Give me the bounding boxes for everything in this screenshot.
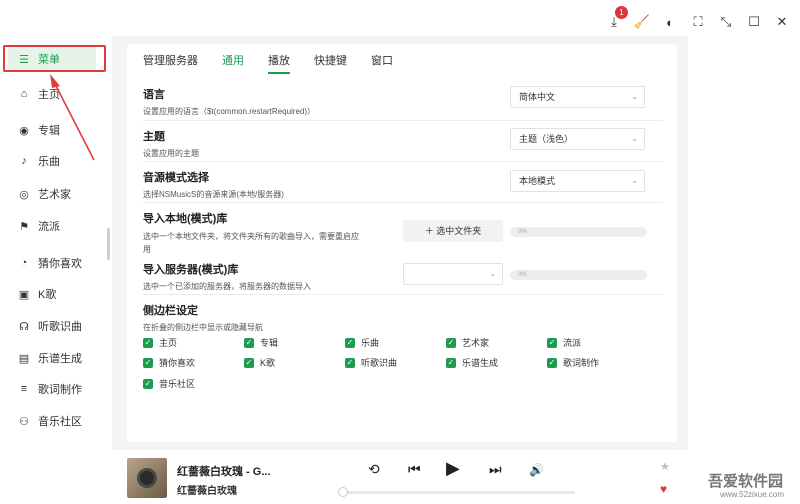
vinyl-disc-icon xyxy=(137,468,157,488)
checkbox-checked-icon: ✓ xyxy=(446,357,456,368)
sidebar-item-album[interactable]: ◉ 专辑 xyxy=(8,117,96,143)
setting-sidebar: 侧边栏设定 在折叠的侧边栏中显示或隐藏导航 xyxy=(143,305,263,332)
seek-bar[interactable] xyxy=(338,487,575,497)
checkbox-checked-icon: ✓ xyxy=(446,337,456,348)
watermark-url: www.52zixue.com xyxy=(720,490,785,499)
check-genre[interactable]: ✓ 流派 xyxy=(547,336,581,349)
sidebar-item-recommend[interactable]: ◔ 猜你喜欢 xyxy=(8,250,96,276)
artist-name[interactable]: 红蔷薇白玫瑰 xyxy=(177,482,237,497)
theme-select[interactable]: 主题（浅色） ⌄ xyxy=(510,128,645,150)
divider xyxy=(143,202,663,203)
settings-panel: 管理服务器 通用 播放 快捷键 窗口 语言 设置应用的语言（$t(common.… xyxy=(127,44,677,442)
chevron-down-icon: ⌄ xyxy=(489,269,496,278)
tab-general[interactable]: 通用 xyxy=(222,52,244,74)
album-cover[interactable] xyxy=(127,458,167,498)
import-server-progress: 0% xyxy=(510,270,647,280)
sidebar-item-community[interactable]: ⚇ 音乐社区 xyxy=(8,408,96,434)
checkbox-checked-icon: ✓ xyxy=(345,337,355,348)
chevron-down-icon: ⌄ xyxy=(631,176,638,185)
checkbox-checked-icon: ✓ xyxy=(547,337,557,348)
sidebar: ☰ 菜单 ⌂ 主页 ◉ 专辑 ♪ 乐曲 ◎ 艺术家 ⚑ 流派 ◔ 猜你喜欢 ▣ K歌 ☊ 听歌识曲… xyxy=(0,0,100,504)
checkbox-checked-icon: ✓ xyxy=(143,378,153,389)
sidebar-item-menu[interactable]: ☰ 菜单 xyxy=(8,46,96,72)
sidebar-scrollbar[interactable] xyxy=(107,228,110,260)
heart-icon[interactable]: ♥ xyxy=(660,482,667,496)
checkbox-checked-icon: ✓ xyxy=(547,357,557,368)
sidebar-item-listen[interactable]: ☊ 听歌识曲 xyxy=(8,313,96,339)
source-mode-select[interactable]: 本地模式 ⌄ xyxy=(510,170,645,192)
close-icon[interactable]: ✕ xyxy=(774,14,790,30)
checkbox-checked-icon: ✓ xyxy=(244,357,254,368)
lyrics-icon: ≡ xyxy=(20,383,28,395)
broom-icon[interactable]: 🧹 xyxy=(634,14,650,30)
play-icon[interactable]: ▶ xyxy=(446,458,460,479)
score-icon: ▤ xyxy=(18,352,30,365)
star-icon[interactable]: ★ xyxy=(660,460,670,473)
chevron-down-icon: ⌄ xyxy=(631,134,638,143)
seek-handle[interactable] xyxy=(338,487,348,497)
volume-icon[interactable]: 🔊 xyxy=(529,463,544,477)
settings-tabs: 管理服务器 通用 播放 快捷键 窗口 xyxy=(143,52,393,74)
community-icon: ⚇ xyxy=(19,415,29,428)
sidebar-item-songs[interactable]: ♪ 乐曲 xyxy=(8,148,96,174)
next-icon[interactable]: ⏭ xyxy=(489,461,502,478)
shrink-icon[interactable]: ⤡ xyxy=(718,14,734,30)
sidebar-item-lyrics[interactable]: ≡ 歌词制作 xyxy=(8,376,96,402)
theme-toggle-icon[interactable]: ◐ xyxy=(662,14,678,30)
check-home[interactable]: ✓ 主页 xyxy=(143,336,177,349)
checkbox-checked-icon: ✓ xyxy=(143,357,153,368)
checkbox-checked-icon: ✓ xyxy=(345,357,355,368)
home-icon: ⌂ xyxy=(20,88,28,100)
checkbox-checked-icon: ✓ xyxy=(244,337,254,348)
check-score[interactable]: ✓ 乐谱生成 xyxy=(446,356,498,369)
divider xyxy=(143,120,663,121)
player-bar xyxy=(0,450,800,504)
check-recommend[interactable]: ✓ 猜你喜欢 xyxy=(143,356,195,369)
tab-playback[interactable]: 播放 xyxy=(268,52,290,74)
watermark-text: 吾爱软件园 xyxy=(708,473,784,490)
karaoke-icon: ▣ xyxy=(18,288,30,301)
artist-icon: ◎ xyxy=(19,188,29,201)
divider xyxy=(143,294,663,295)
language-select[interactable]: 简体中文 ⌄ xyxy=(510,86,645,108)
import-local-progress: 0% xyxy=(510,227,647,237)
fullscreen-icon[interactable]: ⛶ xyxy=(690,14,706,30)
sidebar-item-genre[interactable]: ⚑ 流派 xyxy=(8,213,96,239)
download-icon[interactable]: ⤓ 1 xyxy=(606,6,628,30)
sidebar-item-home[interactable]: ⌂ 主页 xyxy=(8,81,96,107)
notification-badge: 1 xyxy=(615,6,628,19)
checkbox-checked-icon: ✓ xyxy=(143,337,153,348)
check-karaoke[interactable]: ✓ K歌 xyxy=(244,356,275,369)
check-lyrics[interactable]: ✓ 歌词制作 xyxy=(547,356,599,369)
divider xyxy=(143,161,663,162)
previous-icon[interactable]: ⏮ xyxy=(408,461,421,478)
chevron-down-icon: ⌄ xyxy=(631,92,638,101)
check-songs[interactable]: ✓ 乐曲 xyxy=(345,336,379,349)
tab-server[interactable]: 管理服务器 xyxy=(143,52,198,74)
setting-import-local: 导入本地(模式)库 选中一个本地文件夹，将文件夹所有的歌曲导入，需要重启应用 xyxy=(143,213,359,254)
check-artist[interactable]: ✓ 艺术家 xyxy=(446,336,489,349)
server-select[interactable]: ⌄ xyxy=(403,263,503,285)
tab-shortcuts[interactable]: 快捷键 xyxy=(314,52,347,74)
menu-icon: ☰ xyxy=(19,53,29,66)
sidebar-item-artist[interactable]: ◎ 艺术家 xyxy=(8,181,96,207)
repeat-icon[interactable]: ⟲ xyxy=(368,461,380,478)
window-controls: ⤓ 1 🧹 ◐ ⛶ ⤡ ☐ ✕ xyxy=(606,6,790,30)
music-note-icon: ♪ xyxy=(21,155,27,167)
song-title[interactable]: 红蔷薇白玫瑰 - G... xyxy=(177,463,271,479)
maximize-icon[interactable]: ☐ xyxy=(746,14,762,30)
album-icon: ◉ xyxy=(19,124,29,137)
sidebar-item-score[interactable]: ▤ 乐谱生成 xyxy=(8,345,96,371)
select-folder-button[interactable]: ＋ 选中文件夹 xyxy=(403,220,503,242)
recommend-icon: ◔ xyxy=(20,257,28,269)
flag-icon: ⚑ xyxy=(19,220,29,233)
check-listen[interactable]: ✓ 听歌识曲 xyxy=(345,356,397,369)
check-album[interactable]: ✓ 专辑 xyxy=(244,336,278,349)
tab-window[interactable]: 窗口 xyxy=(371,52,393,74)
listen-icon: ☊ xyxy=(19,320,29,333)
check-community[interactable]: ✓ 音乐社区 xyxy=(143,377,195,390)
sidebar-item-karaoke[interactable]: ▣ K歌 xyxy=(8,281,96,307)
